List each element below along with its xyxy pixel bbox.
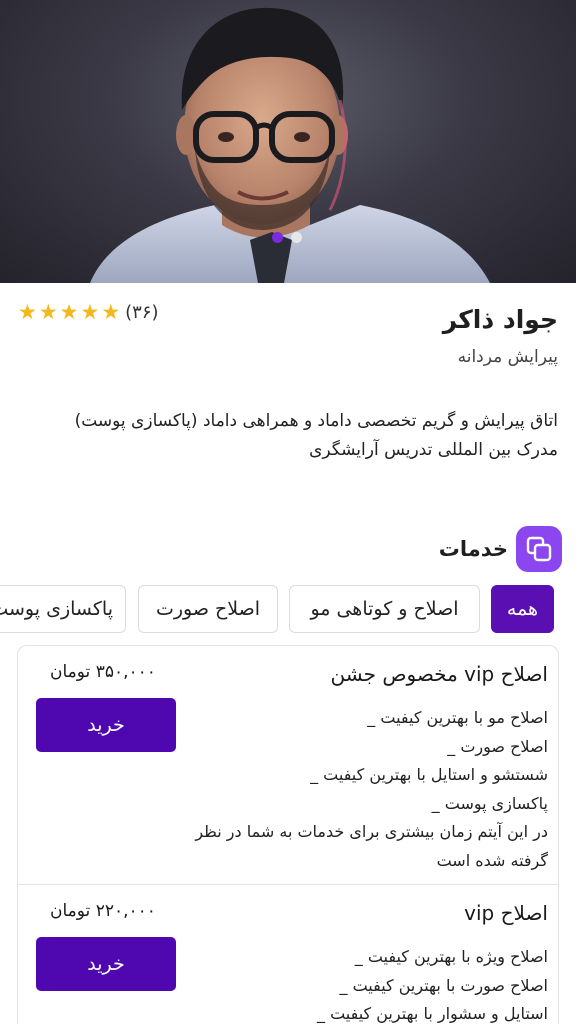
service-description: اصلاح ویژه با بهترین کیفیت _ اصلاح صورت … bbox=[178, 943, 548, 1024]
service-desc-line: اصلاح ویژه با بهترین کیفیت _ bbox=[354, 947, 548, 966]
service-list: اصلاح vip مخصوص جشن ۳۵۰,۰۰۰ تومان خرید ا… bbox=[17, 645, 559, 1024]
copy-icon bbox=[516, 526, 562, 572]
service-desc-line: استایل و سشوار با بهترین کیفیت _ bbox=[316, 1004, 548, 1023]
service-desc-line: شستشو و استایل با بهترین کیفیت _ bbox=[310, 765, 548, 784]
star-icon: ★ bbox=[101, 300, 121, 324]
stylist-bio: اتاق پیرایش و گریم تخصصی داماد و همراهی … bbox=[18, 407, 558, 465]
service-desc-line: اصلاح مو با بهترین کیفیت _ bbox=[367, 708, 548, 727]
hero-photo[interactable] bbox=[0, 0, 576, 283]
bio-line: اتاق پیرایش و گریم تخصصی داماد و همراهی … bbox=[74, 411, 558, 431]
star-icon: ★ bbox=[80, 300, 100, 324]
carousel-dots bbox=[272, 232, 302, 243]
service-card: اصلاح vip ۲۲۰,۰۰۰ تومان خرید اصلاح ویژه … bbox=[18, 884, 558, 1024]
tab-skin-cleansing[interactable]: پاکسازی پوست bbox=[0, 585, 126, 633]
bio-line: مدرک بین المللی تدریس آرایشگری bbox=[309, 440, 558, 460]
star-icon: ★ bbox=[59, 300, 79, 324]
service-price: ۲۲۰,۰۰۰ تومان bbox=[50, 901, 156, 921]
star-icon: ★ bbox=[18, 300, 37, 324]
carousel-dot-active[interactable] bbox=[272, 232, 283, 243]
buy-button[interactable]: خرید bbox=[36, 937, 176, 991]
tab-hair-cut[interactable]: اصلاح و کوتاهی مو bbox=[289, 585, 480, 633]
service-title: اصلاح vip bbox=[464, 901, 548, 925]
stylist-name: جواد ذاکر bbox=[442, 305, 558, 334]
service-desc-line: اصلاح صورت _ bbox=[447, 736, 548, 756]
profile-section: جواد ذاکر پیرایش مردانه ★ ★ ★ ★ ★ (۳۶) ا… bbox=[0, 283, 576, 503]
service-description: اصلاح مو با بهترین کیفیت _ اصلاح صورت _ … bbox=[178, 704, 548, 875]
services-header: خدمات bbox=[439, 526, 562, 572]
tab-face-shave[interactable]: اصلاح صورت bbox=[138, 585, 278, 633]
rating-count: (۳۶) bbox=[125, 301, 159, 323]
rating: ★ ★ ★ ★ ★ (۳۶) bbox=[18, 301, 159, 323]
service-price: ۳۵۰,۰۰۰ تومان bbox=[50, 662, 156, 682]
service-card: اصلاح vip مخصوص جشن ۳۵۰,۰۰۰ تومان خرید ا… bbox=[18, 646, 558, 884]
buy-button[interactable]: خرید bbox=[36, 698, 176, 752]
carousel-dot[interactable] bbox=[291, 232, 302, 243]
star-icon: ★ bbox=[38, 300, 58, 324]
service-tabs: همه اصلاح و کوتاهی مو اصلاح صورت پاکسازی… bbox=[0, 585, 576, 633]
services-title: خدمات bbox=[438, 537, 508, 561]
service-desc-line: در این آیتم زمان بیشتری برای خدمات به شم… bbox=[195, 822, 548, 870]
service-desc-line: اصلاح صورت با بهترین کیفیت _ bbox=[339, 975, 549, 995]
tab-all[interactable]: همه bbox=[491, 585, 554, 633]
service-title: اصلاح vip مخصوص جشن bbox=[330, 662, 548, 686]
stylist-category: پیرایش مردانه bbox=[457, 347, 558, 367]
service-desc-line: پاکسازی پوست _ bbox=[431, 793, 548, 813]
